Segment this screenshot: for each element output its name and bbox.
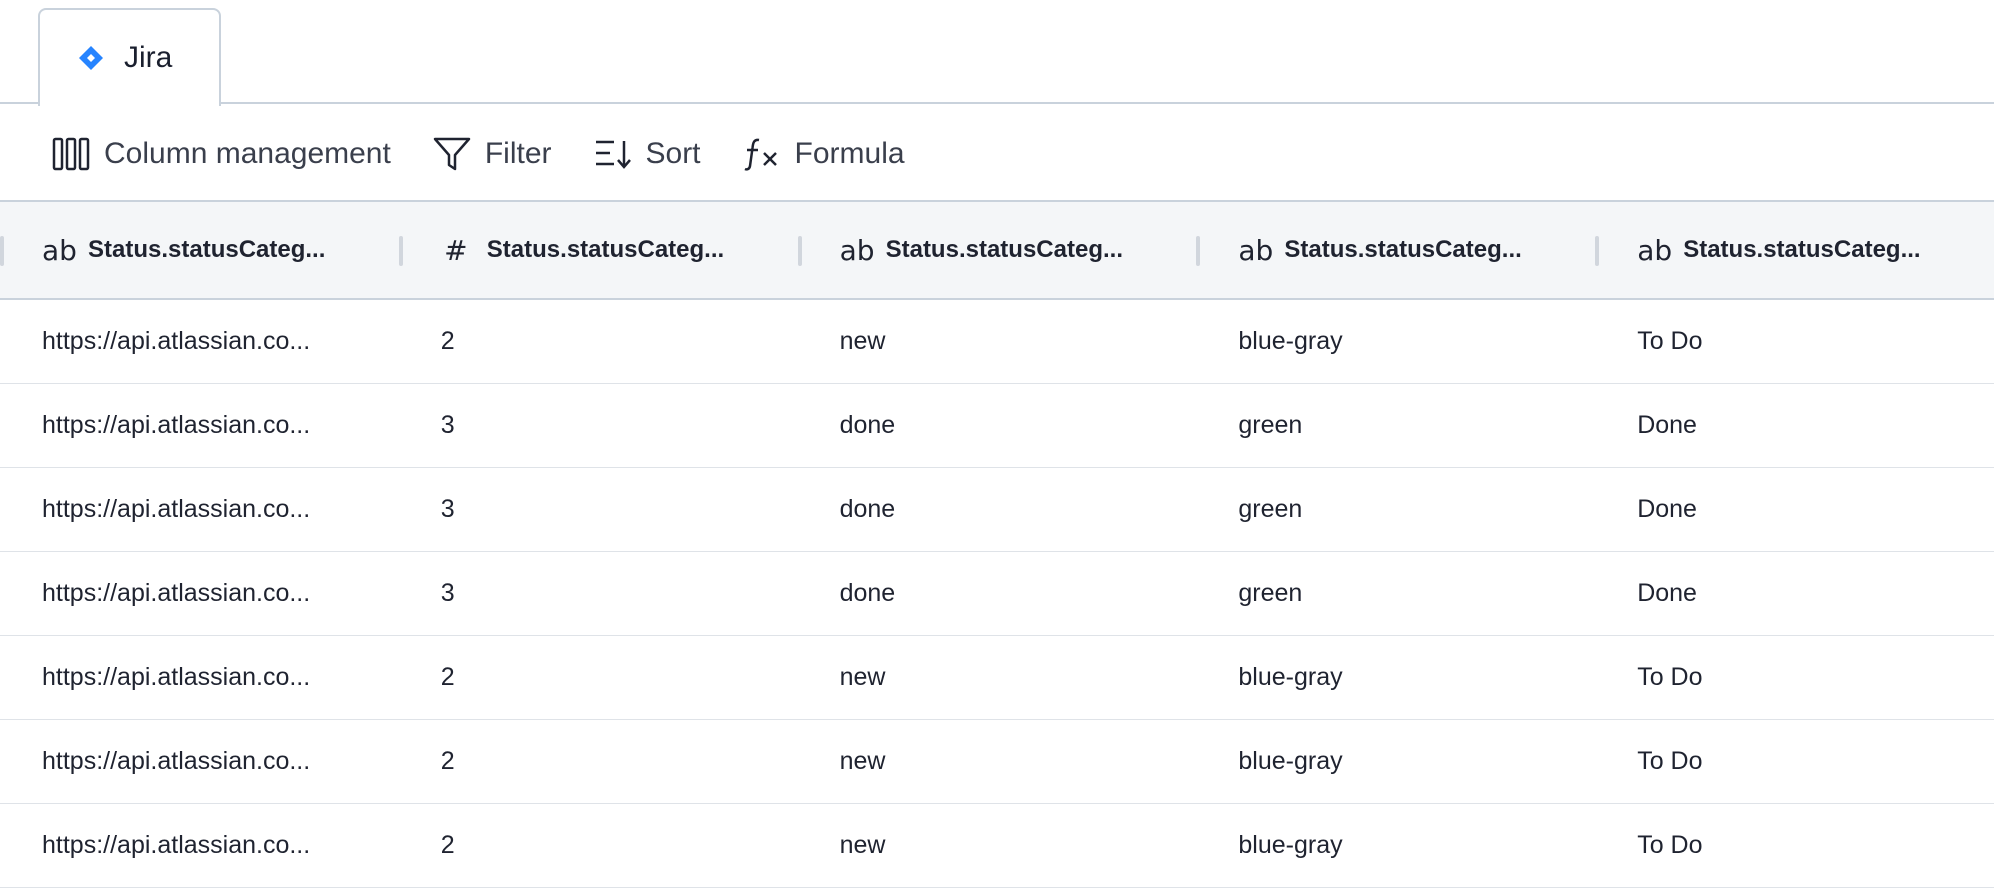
column-header[interactable]: ab Status.statusCateg...	[797, 202, 1197, 298]
column-header[interactable]: ab Status.statusCateg...	[0, 202, 399, 298]
column-header[interactable]: # Status.statusCateg...	[398, 202, 798, 298]
table-cell[interactable]: https://api.atlassian.co...	[0, 579, 399, 608]
table-cell[interactable]: green	[1196, 579, 1595, 608]
column-header-label: Status.statusCateg...	[486, 236, 725, 263]
table-cell[interactable]: 3	[399, 411, 798, 440]
filter-label: Filter	[484, 137, 552, 170]
table-cell[interactable]: 3	[399, 579, 798, 608]
column-management-label: Column management	[104, 137, 391, 170]
table-cell[interactable]: https://api.atlassian.co...	[0, 411, 399, 440]
table-cell[interactable]: done	[798, 495, 1197, 524]
data-grid: ab Status.statusCateg... # Status.status…	[0, 200, 1994, 888]
column-header-label: Status.statusCateg...	[1284, 236, 1522, 263]
formula-icon	[743, 138, 777, 171]
table-cell[interactable]: green	[1196, 495, 1595, 524]
table-cell[interactable]: 2	[399, 327, 798, 356]
tab-label: Jira	[124, 41, 173, 74]
table-cell[interactable]: https://api.atlassian.co...	[0, 327, 399, 356]
table-cell[interactable]: new	[798, 327, 1197, 356]
table-cell[interactable]: blue-gray	[1196, 747, 1595, 776]
sort-icon	[595, 140, 631, 169]
table-row[interactable]: https://api.atlassian.co... 2 new blue-g…	[0, 720, 1994, 804]
number-type-icon: #	[444, 233, 468, 267]
text-type-icon: ab	[42, 233, 77, 267]
text-type-icon: ab	[839, 233, 875, 267]
table-cell[interactable]: blue-gray	[1196, 831, 1595, 860]
table-cell[interactable]: blue-gray	[1196, 327, 1595, 356]
table-cell[interactable]: https://api.atlassian.co...	[0, 831, 399, 860]
tab-jira[interactable]: Jira	[38, 8, 221, 106]
filter-button[interactable]: Filter	[433, 124, 552, 184]
column-resize-handle[interactable]	[797, 236, 802, 266]
table-cell[interactable]: https://api.atlassian.co...	[0, 495, 399, 524]
table-cell[interactable]: Done	[1595, 411, 1994, 440]
table-row[interactable]: https://api.atlassian.co... 3 done green…	[0, 468, 1994, 552]
formula-label: Formula	[794, 137, 905, 170]
table-cell[interactable]: new	[798, 747, 1197, 776]
column-header-label: Status.statusCateg...	[88, 236, 326, 263]
table-cell[interactable]: new	[798, 663, 1197, 692]
table-row[interactable]: https://api.atlassian.co... 3 done green…	[0, 552, 1994, 636]
text-type-icon: ab	[1238, 233, 1274, 267]
column-resize-handle[interactable]	[1196, 236, 1201, 266]
table-cell[interactable]: done	[798, 579, 1197, 608]
table-cell[interactable]: https://api.atlassian.co...	[0, 663, 399, 692]
table-cell[interactable]: green	[1196, 411, 1595, 440]
table-cell[interactable]: 3	[399, 495, 798, 524]
table-cell[interactable]: To Do	[1595, 663, 1994, 692]
formula-button[interactable]: Formula	[743, 124, 905, 184]
text-type-icon: ab	[1637, 233, 1673, 267]
columns-icon	[52, 137, 90, 171]
table-row[interactable]: https://api.atlassian.co... 2 new blue-g…	[0, 300, 1994, 384]
table-row[interactable]: https://api.atlassian.co... 2 new blue-g…	[0, 636, 1994, 720]
table-cell[interactable]: To Do	[1595, 747, 1994, 776]
table-cell[interactable]: To Do	[1595, 831, 1994, 860]
jira-diamond-icon	[78, 45, 104, 71]
column-header[interactable]: ab Status.statusCateg...	[1196, 202, 1595, 298]
sort-button[interactable]: Sort	[594, 124, 701, 184]
column-resize-handle[interactable]	[0, 236, 4, 266]
table-cell[interactable]: done	[798, 411, 1197, 440]
sort-label: Sort	[645, 137, 701, 170]
table-cell[interactable]: 2	[399, 663, 798, 692]
column-management-button[interactable]: Column management	[52, 124, 391, 184]
table-cell[interactable]: Done	[1595, 495, 1994, 524]
table-cell[interactable]: new	[798, 831, 1197, 860]
table-cell[interactable]: To Do	[1595, 327, 1994, 356]
table-cell[interactable]: 2	[399, 747, 798, 776]
table-cell[interactable]: 2	[399, 831, 798, 860]
table-row[interactable]: https://api.atlassian.co... 2 new blue-g…	[0, 804, 1994, 888]
column-header-label: Status.statusCateg...	[1683, 236, 1921, 263]
table-row[interactable]: https://api.atlassian.co... 3 done green…	[0, 384, 1994, 468]
column-resize-handle[interactable]	[1595, 236, 1600, 266]
column-header-label: Status.statusCateg...	[885, 236, 1123, 263]
column-header[interactable]: ab Status.statusCateg...	[1595, 202, 1994, 298]
table-cell[interactable]: blue-gray	[1196, 663, 1595, 692]
tab-bar: Jira	[0, 0, 1994, 106]
table-cell[interactable]: Done	[1595, 579, 1994, 608]
filter-icon	[433, 137, 471, 171]
column-resize-handle[interactable]	[398, 236, 403, 266]
grid-header: ab Status.statusCateg... # Status.status…	[0, 200, 1994, 300]
toolbar: Column management Filter Sort Formula	[0, 106, 1994, 202]
table-cell[interactable]: https://api.atlassian.co...	[0, 747, 399, 776]
